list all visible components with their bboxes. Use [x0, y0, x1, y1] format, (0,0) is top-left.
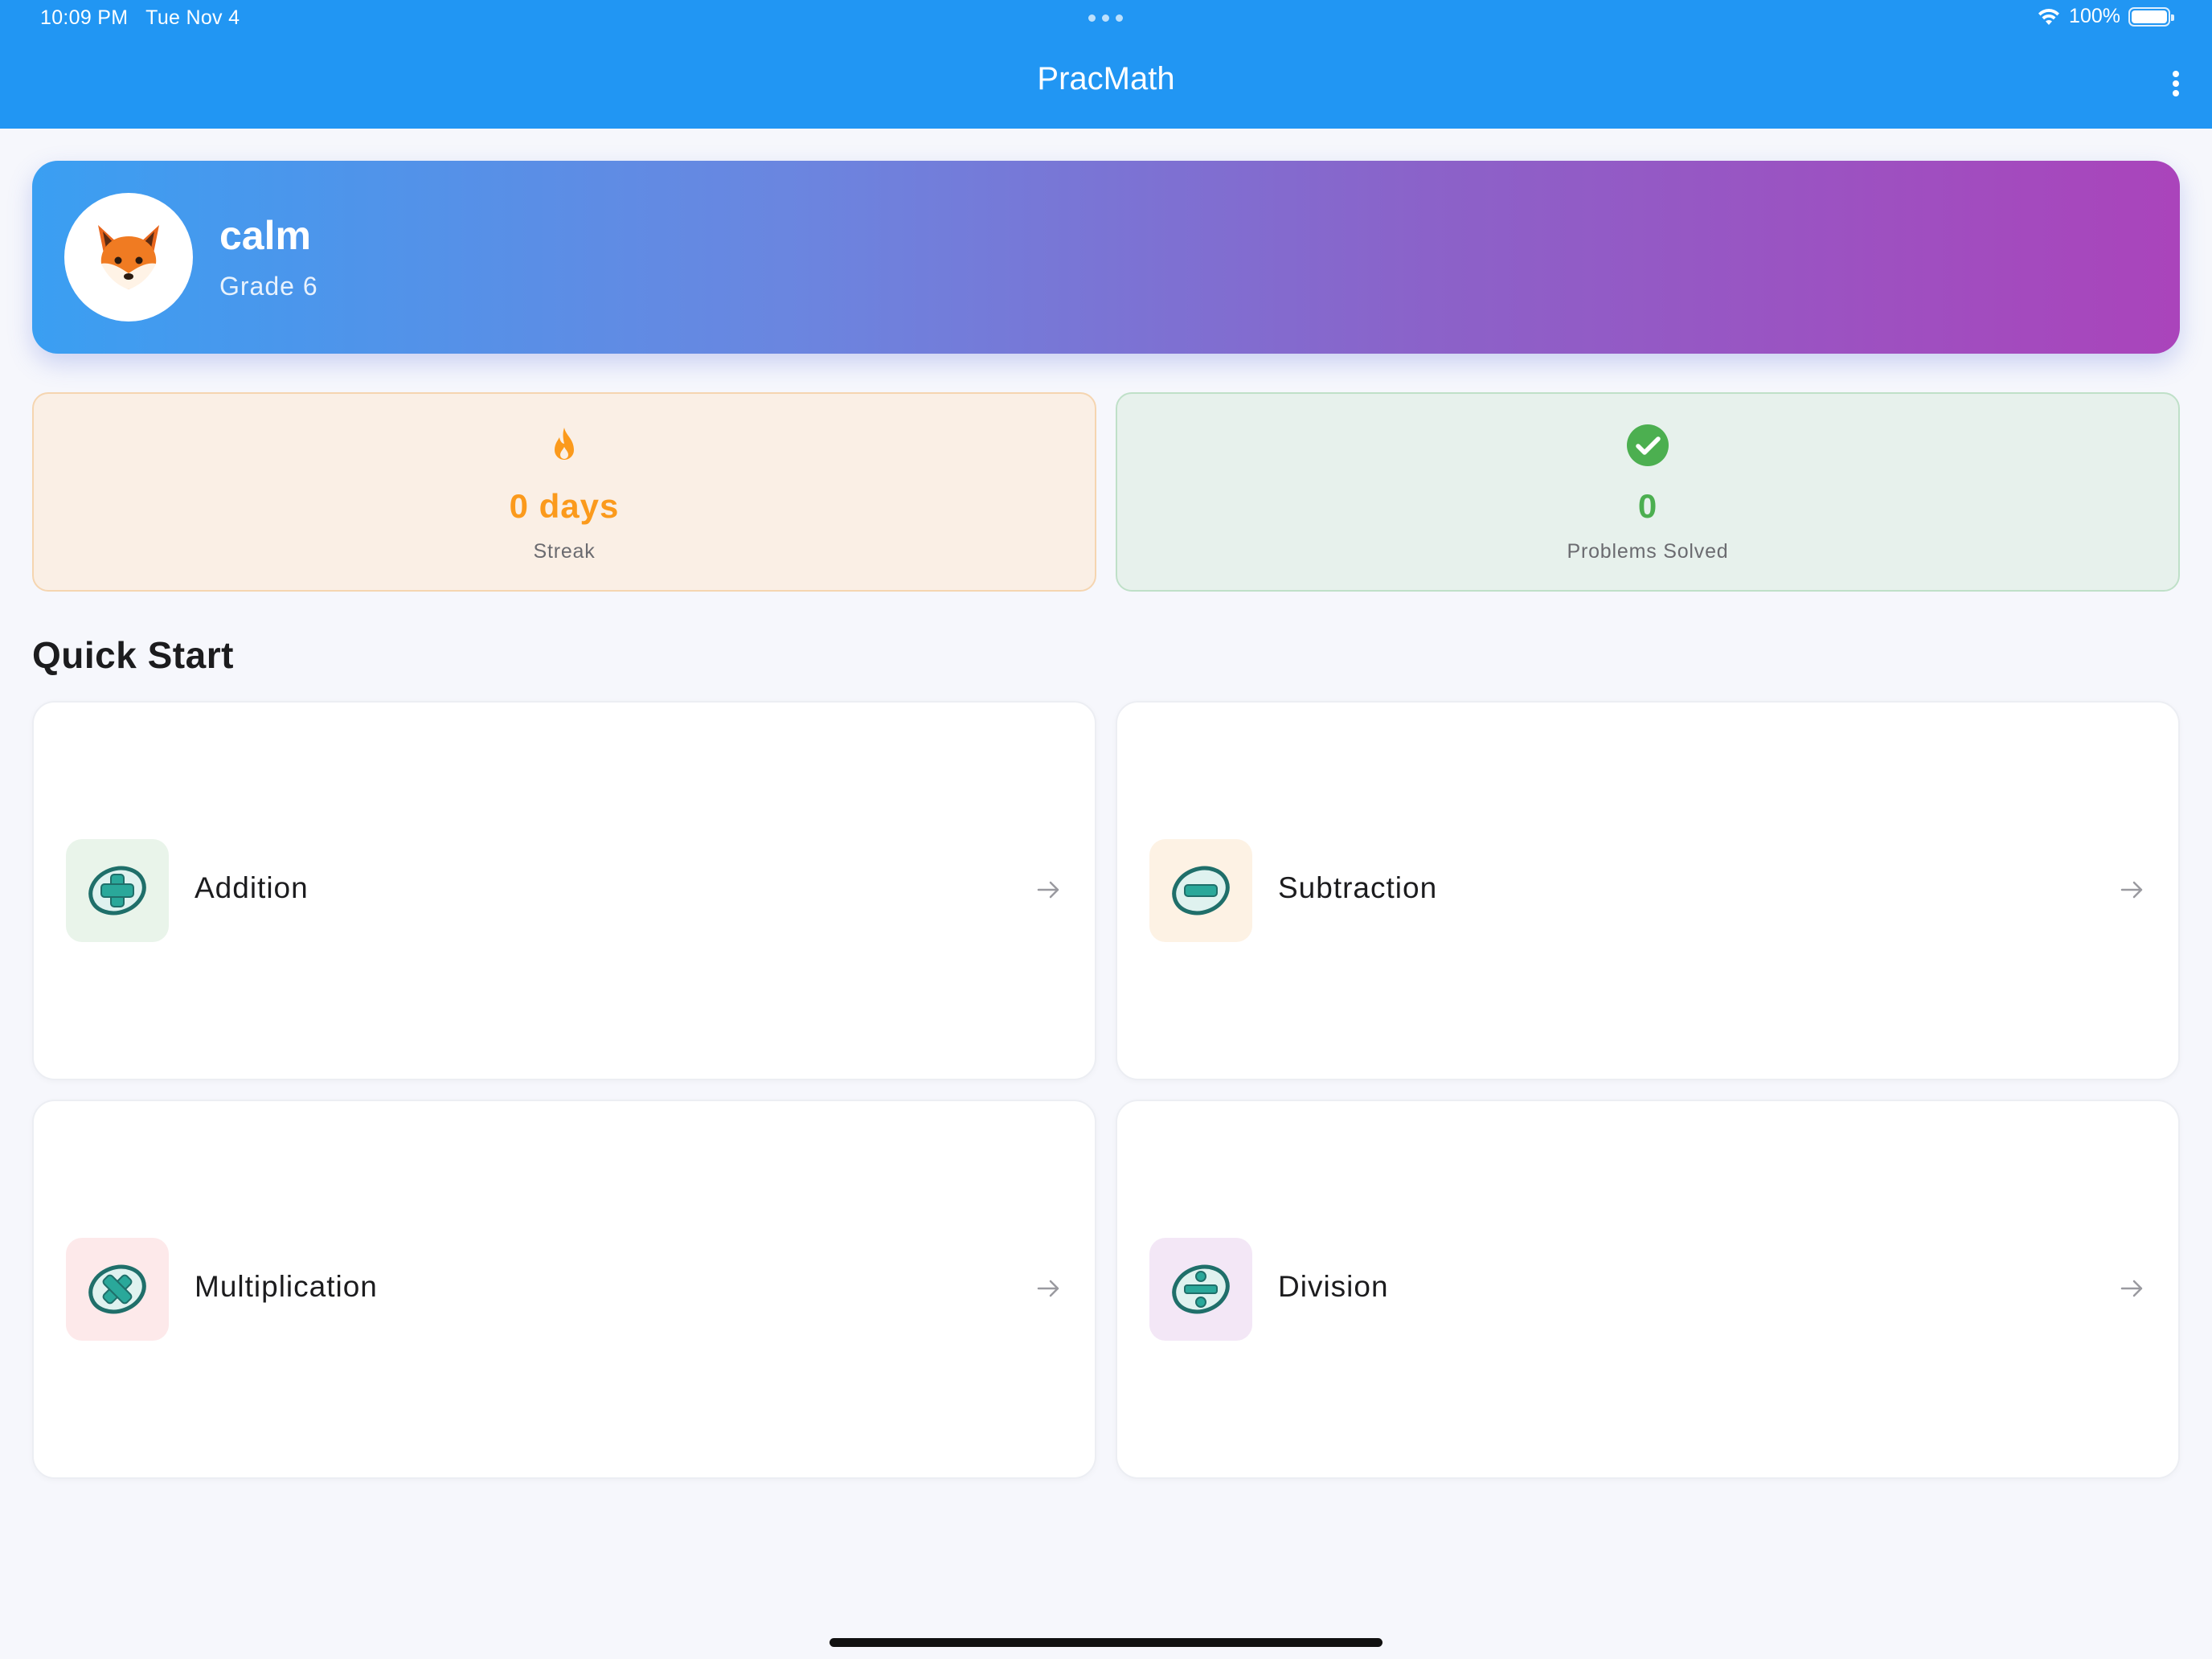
minus-icon	[1172, 866, 1230, 916]
division-icon-box	[1149, 1238, 1252, 1341]
multiplication-icon-box	[66, 1238, 169, 1341]
fire-icon	[555, 428, 574, 460]
times-icon	[88, 1264, 146, 1314]
divide-icon	[1172, 1264, 1230, 1314]
more-menu-button[interactable]	[2164, 68, 2188, 100]
subtraction-label: Subtraction	[1278, 871, 1438, 904]
battery-icon	[2128, 6, 2174, 27]
check-circle-icon	[1627, 424, 1669, 466]
plus-icon	[88, 866, 146, 916]
home-indicator[interactable]	[830, 1638, 1382, 1647]
arrow-right-icon	[1037, 881, 1059, 899]
problems-solved-value: 0	[1637, 487, 1658, 525]
subtraction-icon-box	[1149, 839, 1252, 942]
arrow-right-icon	[1037, 1280, 1059, 1297]
subtraction-card[interactable]: Subtraction	[1116, 701, 2180, 1080]
fox-icon	[98, 225, 159, 289]
streak-value: 0 days	[509, 487, 620, 525]
battery-percent: 100%	[2069, 5, 2120, 27]
problems-solved-label: Problems Solved	[1567, 540, 1729, 563]
arrow-right-icon	[2120, 881, 2143, 899]
multiplication-label: Multiplication	[195, 1270, 378, 1303]
streak-label: Streak	[533, 540, 596, 563]
avatar[interactable]	[64, 193, 193, 322]
division-label: Division	[1278, 1270, 1389, 1303]
addition-card[interactable]: Addition	[32, 701, 1096, 1080]
addition-icon-box	[66, 839, 169, 942]
status-date: Tue Nov 4	[145, 6, 240, 29]
multitasking-dots-icon[interactable]	[1088, 14, 1123, 22]
status-time: 10:09 PM Tue Nov 4	[40, 6, 240, 30]
division-card[interactable]: Division	[1116, 1100, 2180, 1479]
more-vertical-icon	[2173, 71, 2179, 77]
profile-name: calm	[219, 213, 311, 258]
profile-card[interactable]: calm Grade 6	[32, 161, 2180, 354]
app-title: PracMath	[1037, 61, 1175, 96]
arrow-right-icon	[2120, 1280, 2143, 1297]
multiplication-card[interactable]: Multiplication	[32, 1100, 1096, 1479]
wifi-icon	[2038, 8, 2060, 25]
problems-solved-card: 0 Problems Solved	[1116, 392, 2180, 592]
app-bar: 10:09 PM Tue Nov 4 100% PracMath	[0, 0, 2212, 129]
status-indicators: 100%	[2037, 5, 2174, 28]
streak-card: 0 days Streak	[32, 392, 1096, 592]
profile-grade: Grade 6	[219, 272, 318, 301]
quick-start-title: Quick Start	[32, 634, 234, 676]
status-clock: 10:09 PM	[40, 6, 129, 29]
addition-label: Addition	[195, 871, 309, 904]
